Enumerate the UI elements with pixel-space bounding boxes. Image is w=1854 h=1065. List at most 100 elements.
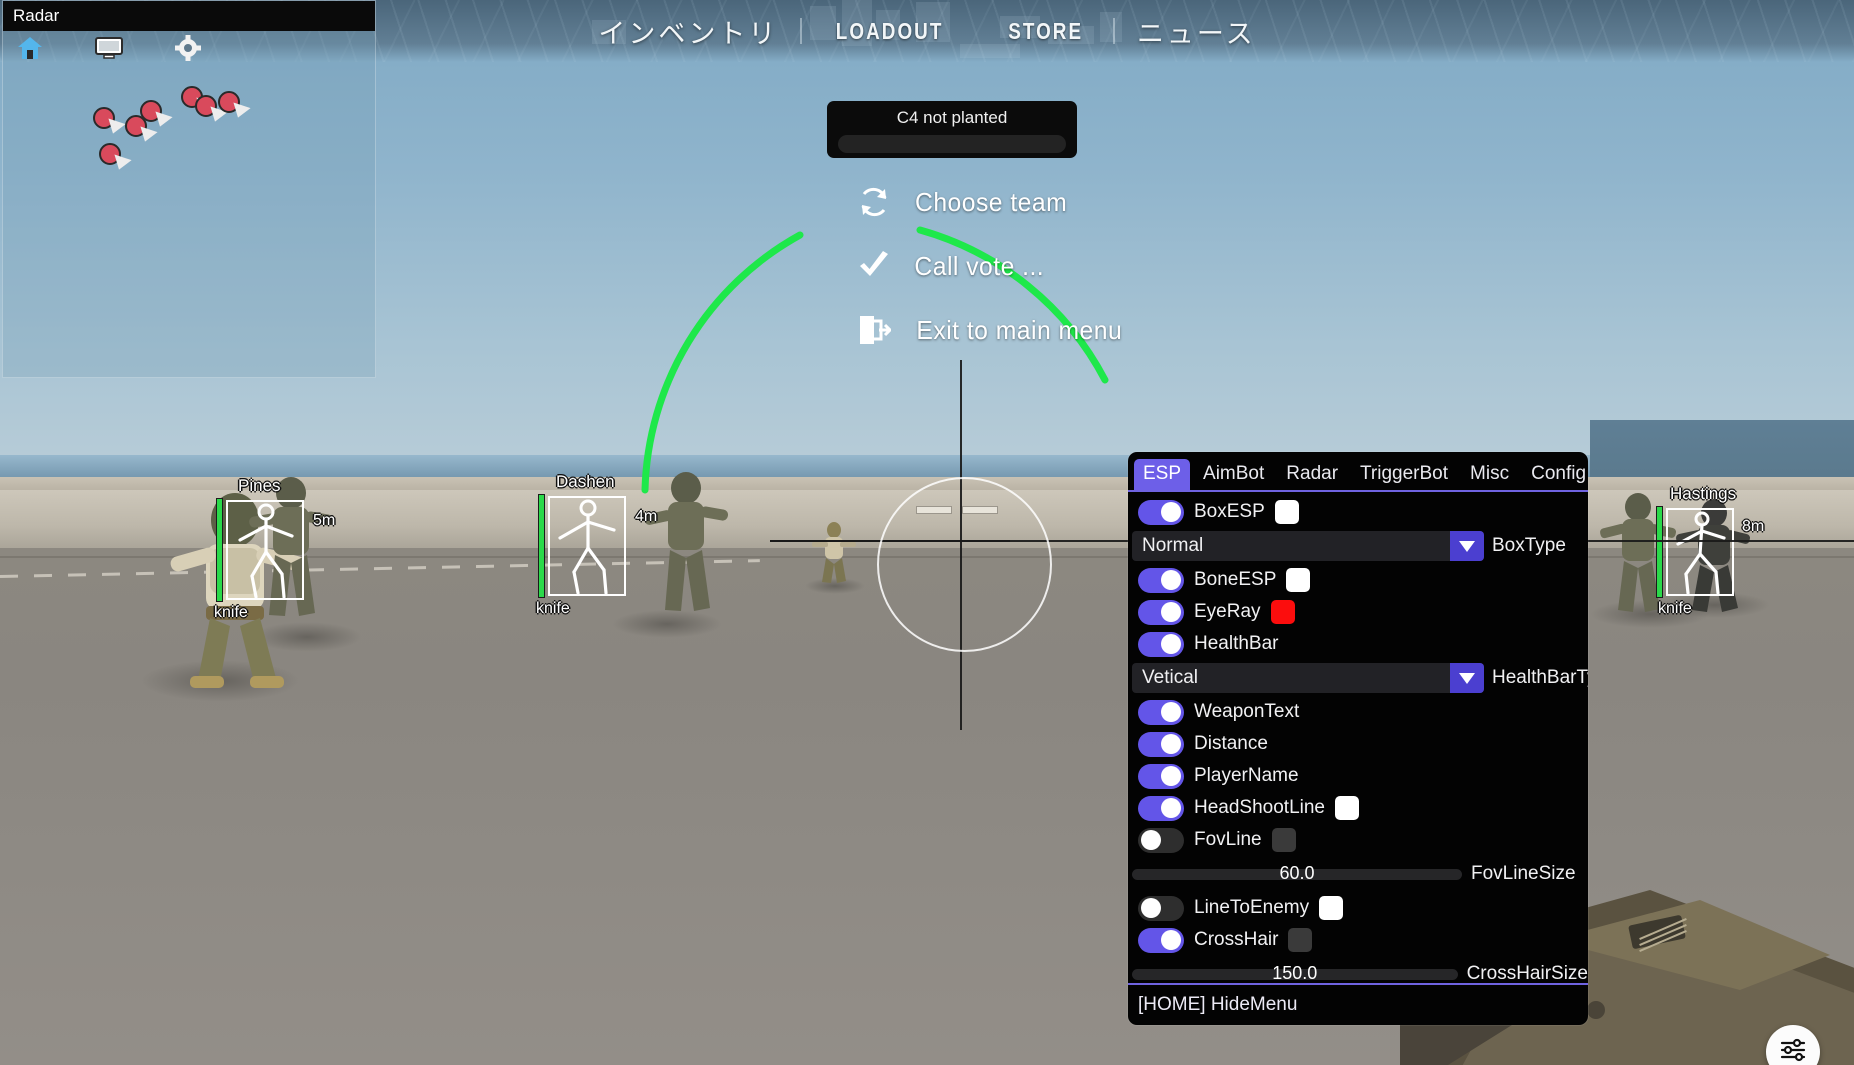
row-label: PlayerName — [1194, 765, 1299, 786]
slider-label: CrossHairSize — [1466, 963, 1588, 984]
radar-blip — [195, 95, 217, 117]
row-crosshairsize[interactable]: 150.0 CrossHairSize — [1132, 963, 1588, 985]
player-model — [812, 522, 856, 583]
combo-label: HealthBarType — [1492, 667, 1588, 688]
tab-config[interactable]: Config — [1522, 459, 1588, 490]
row-label: BoneESP — [1194, 569, 1277, 590]
row-crosshair[interactable]: CrossHair — [1128, 924, 1588, 956]
row-healthbar[interactable]: HealthBar — [1128, 628, 1588, 660]
color-swatch-boxesp[interactable] — [1274, 500, 1299, 524]
tab-esp[interactable]: ESP — [1134, 459, 1191, 490]
esp-entity-pines: Pines 5m knife — [214, 476, 388, 630]
row-eyeray[interactable]: EyeRay — [1128, 596, 1588, 628]
tab-radar[interactable]: Radar — [1277, 459, 1347, 490]
slider-fovlinesize[interactable]: 60.0 — [1132, 863, 1462, 883]
combo-value: Normal — [1142, 535, 1204, 556]
esp-distance: 5m — [313, 512, 336, 529]
c4-progress-bar — [838, 135, 1066, 153]
tab-misc[interactable]: Misc — [1461, 459, 1518, 490]
esp-health-bar — [538, 494, 545, 598]
color-swatch-headshootline[interactable] — [1335, 796, 1359, 820]
slider-crosshairsize[interactable]: 150.0 — [1132, 963, 1458, 983]
ingame-menu[interactable]: Choose team Call vote ... Exit to main m… — [855, 170, 1128, 362]
toggle-distance[interactable] — [1138, 731, 1184, 757]
row-label: WeaponText — [1194, 701, 1300, 722]
toggle-boneesp[interactable] — [1138, 567, 1184, 593]
color-swatch-boneesp[interactable] — [1286, 568, 1311, 592]
row-linetoenemy[interactable]: LineToEnemy — [1128, 892, 1588, 924]
row-headshootline[interactable]: HeadShootLine — [1128, 792, 1588, 824]
nav-item-news[interactable]: ニュース — [1115, 12, 1278, 51]
esp-health-bar — [1656, 506, 1663, 598]
row-label: HeadShootLine — [1194, 797, 1325, 818]
row-label: CrossHair — [1194, 929, 1279, 950]
esp-weapon-text: knife — [1658, 600, 1692, 617]
cheat-menu-tabs[interactable]: ESP AimBot Radar TriggerBot Misc Config — [1128, 452, 1588, 492]
toggle-headshootline[interactable] — [1138, 795, 1184, 821]
row-playername[interactable]: PlayerName — [1128, 760, 1588, 792]
combo-healthbartype[interactable]: Vetical — [1132, 663, 1484, 693]
toggle-fovline[interactable] — [1138, 827, 1184, 853]
color-swatch-linetoenemy[interactable] — [1319, 896, 1344, 920]
radar-blip — [93, 107, 115, 129]
radar-blip — [218, 91, 240, 113]
row-healthbartype[interactable]: Vetical HealthBarType — [1132, 663, 1588, 693]
toggle-eyeray[interactable] — [1138, 599, 1184, 625]
menu-label: Call vote ... — [914, 250, 1045, 281]
menu-item-choose-team[interactable]: Choose team — [855, 170, 1128, 234]
cheat-menu-panel[interactable]: ESP AimBot Radar TriggerBot Misc Config … — [1128, 452, 1588, 1025]
menu-item-exit-to-main-menu[interactable]: Exit to main menu — [855, 298, 1128, 362]
combo-boxtype[interactable]: Normal — [1132, 531, 1484, 561]
nav-item-inventory[interactable]: インベントリ — [576, 12, 800, 51]
radar-title: Radar — [3, 1, 375, 31]
c4-status-label: C4 not planted — [896, 108, 1008, 127]
row-distance[interactable]: Distance — [1128, 728, 1588, 760]
toggle-playername[interactable] — [1138, 763, 1184, 789]
sliders-icon — [1778, 1035, 1808, 1065]
nav-item-loadout[interactable]: LOADOUT — [818, 18, 962, 45]
row-fovline[interactable]: FovLine — [1128, 824, 1588, 856]
toggle-crosshair[interactable] — [1138, 927, 1184, 953]
slider-label: FovLineSize — [1471, 863, 1576, 884]
nav-item-store[interactable]: STORE — [990, 18, 1101, 45]
esp-weapon-text: knife — [536, 600, 570, 617]
toggle-weapontext[interactable] — [1138, 699, 1184, 725]
chevron-down-icon[interactable] — [1450, 531, 1484, 561]
combo-value: Vetical — [1142, 667, 1198, 688]
row-boneesp[interactable]: BoneESP — [1128, 564, 1588, 596]
c4-status-box: C4 not planted — [827, 101, 1077, 158]
exit-door-icon — [855, 311, 893, 349]
color-swatch-fovline[interactable] — [1271, 828, 1296, 852]
row-label: BoxESP — [1194, 501, 1265, 522]
tab-aimbot[interactable]: AimBot — [1194, 459, 1273, 490]
esp-player-name: Hastings — [1670, 484, 1737, 503]
row-label: FovLine — [1194, 829, 1262, 850]
row-fovlinesize[interactable]: 60.0 FovLineSize — [1132, 863, 1588, 885]
toggle-boxesp[interactable] — [1138, 499, 1184, 525]
check-icon — [855, 247, 893, 285]
esp-player-name: Dashen — [556, 472, 615, 491]
row-weapontext[interactable]: WeaponText — [1128, 696, 1588, 728]
radar-panel[interactable]: Radar — [2, 0, 376, 378]
tab-triggerbot[interactable]: TriggerBot — [1351, 459, 1457, 490]
esp-health-bar — [216, 498, 223, 602]
toggle-linetoenemy[interactable] — [1138, 895, 1184, 921]
esp-entity-dashen: Dashen 4m knife — [536, 472, 710, 626]
row-label: LineToEnemy — [1194, 897, 1310, 918]
slider-value: 150.0 — [1272, 962, 1318, 983]
row-label: HealthBar — [1194, 633, 1279, 654]
menu-item-call-vote[interactable]: Call vote ... — [855, 234, 1128, 298]
slider-value: 60.0 — [1279, 862, 1315, 883]
color-swatch-eyeray[interactable] — [1270, 600, 1295, 624]
esp-skeleton — [558, 499, 616, 595]
chevron-down-icon[interactable] — [1450, 663, 1484, 693]
row-boxesp[interactable]: BoxESP — [1128, 496, 1588, 528]
radar-canvas[interactable] — [3, 31, 375, 377]
esp-player-name: Pines — [238, 476, 281, 495]
combo-label: BoxType — [1492, 535, 1566, 556]
color-swatch-crosshair[interactable] — [1288, 928, 1313, 952]
hide-menu-hint: [HOME] HideMenu — [1138, 994, 1298, 1015]
toggle-healthbar[interactable] — [1138, 631, 1184, 657]
refresh-icon — [855, 183, 893, 221]
row-boxtype[interactable]: Normal BoxType — [1132, 531, 1588, 561]
